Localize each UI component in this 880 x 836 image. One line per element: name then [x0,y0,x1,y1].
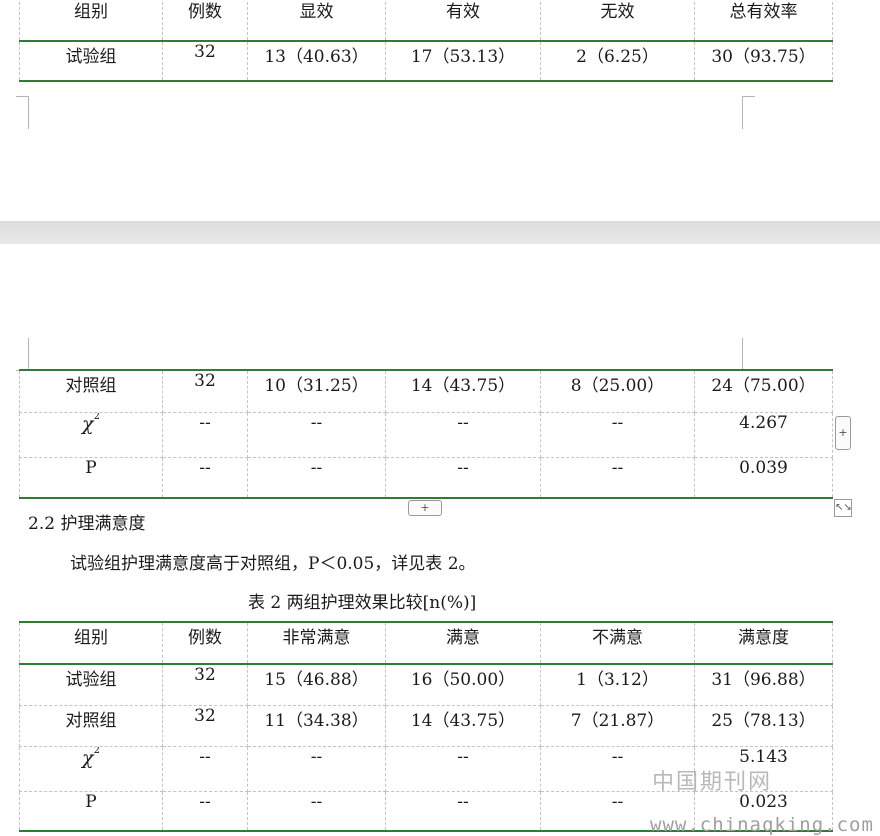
table-cell: 24（75.00） [694,369,833,413]
table-cell: -- [247,791,386,832]
page-margin-corner [742,338,755,371]
watermark-text: 中国期刊网 [652,770,773,795]
table-resize-handle[interactable]: ↖↘ [834,499,852,517]
add-row-button[interactable]: + [408,500,442,516]
table-cell: -- [385,791,541,832]
add-column-button[interactable]: + [835,416,851,450]
section-heading: 2.2 护理满意度 [28,514,146,534]
table-cell: 14（43.75） [385,369,541,413]
table-cell: -- [162,457,248,499]
table-cell: -- [385,457,541,499]
body-paragraph: 试验组护理满意度高于对照组，P＜0.05，详见表 2。 [70,554,476,574]
table-row: 对照组 32 11（34.38） 14（43.75） 7（21.87） 25（7… [19,705,833,747]
table-cell: -- [247,412,386,458]
table-cell: 8（25.00） [540,369,695,413]
table-cell: P [19,791,163,832]
table-row: 试验组 32 15（46.88） 16（50.00） 1（3.12） 31（96… [19,663,833,706]
document-page-1: 组别 例数 显效 有效 无效 总有效率 试验组 32 13（40.63） 17（… [0,0,880,221]
table-cell: 17（53.13） [385,40,541,82]
table-cell: 30（93.75） [694,40,833,82]
header-cell: 显效 [247,0,386,41]
table-row: 试验组 32 13（40.63） 17（53.13） 2（6.25） 30（93… [19,40,833,82]
table-cell: 2（6.25） [540,40,695,82]
header-cell: 无效 [540,0,695,41]
table-cell: -- [162,791,248,832]
table-row: 对照组 32 10（31.25） 14（43.75） 8（25.00） 24（7… [19,369,833,413]
header-cell: 组别 [19,621,163,664]
chi-square-symbol: χ2 [82,412,100,435]
table-cell: P [19,457,163,499]
table-cell: χ2 [19,412,163,458]
table-cell: 25（78.13） [694,705,833,747]
table-cell: -- [162,746,248,792]
table-cell: 32 [162,663,248,706]
table1-top: 组别 例数 显效 有效 无效 总有效率 试验组 32 13（40.63） 17（… [19,0,833,82]
table-cell: 10（31.25） [247,369,386,413]
table2-caption: 表 2 两组护理效果比较[n(%)] [248,593,477,613]
table-cell: 试验组 [19,663,163,706]
table-cell: 对照组 [19,705,163,747]
table-header-row: 组别 例数 非常满意 满意 不满意 满意度 [19,621,833,664]
chi-square-symbol: χ2 [82,746,100,769]
table-cell: χ2 [19,746,163,792]
table1-continued: 对照组 32 10（31.25） 14（43.75） 8（25.00） 24（7… [19,369,833,499]
table-cell: 1（3.12） [540,663,695,706]
table-cell: -- [540,412,695,458]
table-cell: 对照组 [19,369,163,413]
table-cell: 16（50.00） [385,663,541,706]
table-cell: -- [385,746,541,792]
table-cell: 试验组 [19,40,163,82]
page-margin-corner [742,96,755,129]
header-cell: 满意度 [694,621,833,664]
table-row: P -- -- -- -- 0.039 [19,457,833,499]
table-row: χ2 -- -- -- -- 4.267 [19,412,833,458]
page-gap [0,221,880,244]
header-cell: 满意 [385,621,541,664]
table-cell: 15（46.88） [247,663,386,706]
header-cell: 不满意 [540,621,695,664]
table2: 组别 例数 非常满意 满意 不满意 满意度 试验组 32 15（46.88） 1… [19,621,833,832]
document-page-2: 对照组 32 10（31.25） 14（43.75） 8（25.00） 24（7… [0,244,880,836]
page-margin-corner [16,96,29,129]
table-cell: 13（40.63） [247,40,386,82]
table-cell: 32 [162,40,248,82]
header-cell: 总有效率 [694,0,833,41]
header-cell: 非常满意 [247,621,386,664]
header-cell: 例数 [162,621,248,664]
table-cell: 31（96.88） [694,663,833,706]
table-cell: -- [162,412,248,458]
table-header-row: 组别 例数 显效 有效 无效 总有效率 [19,0,833,41]
header-cell: 例数 [162,0,248,41]
table-cell: 32 [162,705,248,747]
table-cell: -- [385,412,541,458]
header-cell: 组别 [19,0,163,41]
table-cell: 0.039 [694,457,833,499]
table-cell: 7（21.87） [540,705,695,747]
table-cell: -- [247,746,386,792]
table-cell: 4.267 [694,412,833,458]
header-cell: 有效 [385,0,541,41]
table-cell: 32 [162,369,248,413]
watermark-url: www.chinaqking.com [650,814,874,836]
table-cell: 14（43.75） [385,705,541,747]
table-cell: -- [540,457,695,499]
page-margin-corner [16,338,29,371]
table-cell: 11（34.38） [247,705,386,747]
table-cell: -- [247,457,386,499]
